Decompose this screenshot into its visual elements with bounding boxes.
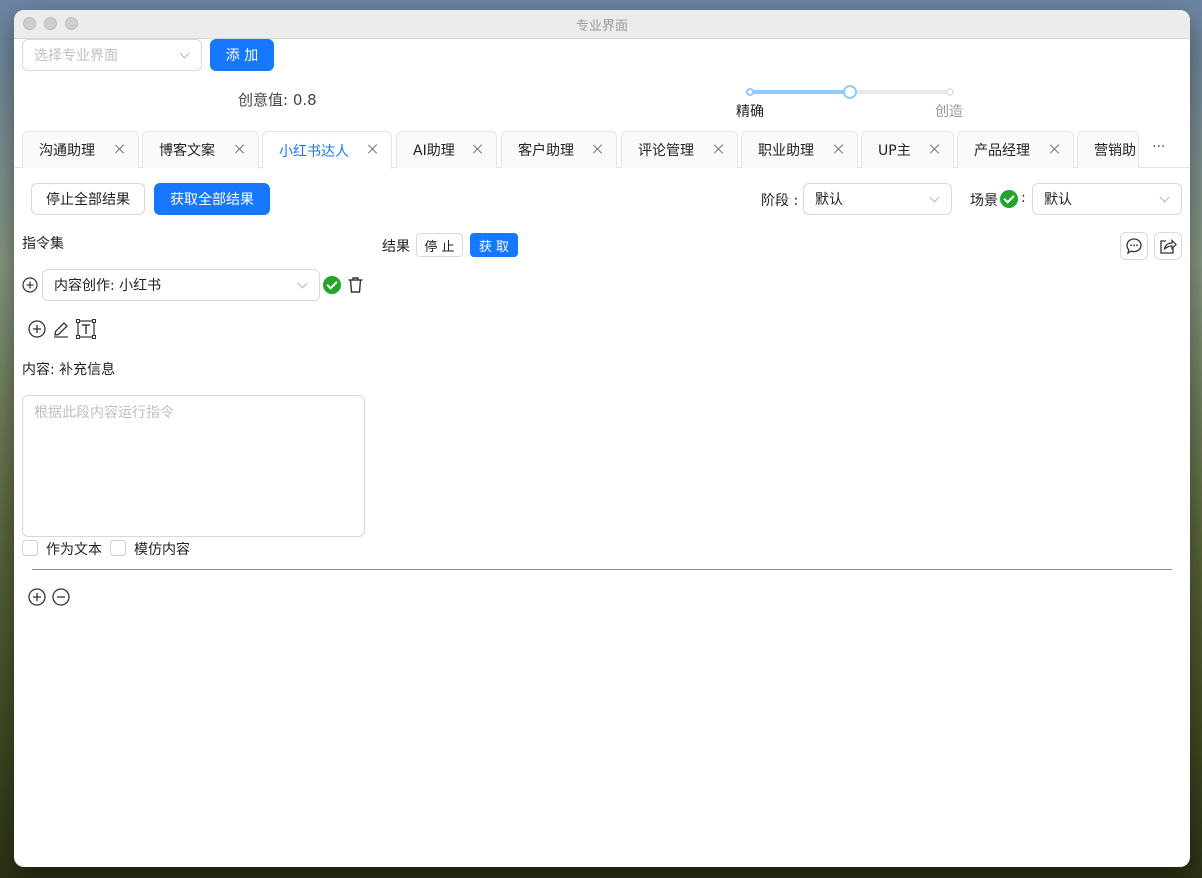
zoom-window-button[interactable] — [65, 17, 78, 30]
slider-mark-start — [746, 88, 754, 96]
share-button[interactable] — [1154, 232, 1182, 260]
content-textarea[interactable]: 根据此段内容运行指令 — [22, 395, 365, 537]
close-icon[interactable] — [1049, 143, 1061, 155]
slider-right-label: 创造 — [935, 104, 963, 120]
tab-item[interactable]: 营销助 — [1077, 131, 1139, 168]
share-icon — [1160, 239, 1177, 254]
result-label: 结果 — [382, 239, 410, 255]
chat-bubble-icon — [1126, 238, 1142, 255]
fetch-all-button[interactable]: 获取全部结果 — [154, 183, 270, 215]
interface-select-placeholder: 选择专业界面 — [34, 48, 118, 64]
instruction-select[interactable]: 内容创作: 小红书 — [42, 269, 320, 301]
scene-label: 场景 — [970, 193, 998, 209]
tab-label: 博客文案 — [159, 143, 215, 159]
slider-track — [750, 90, 850, 94]
instruction-select-value: 内容创作: 小红书 — [54, 278, 162, 294]
window-title: 专业界面 — [575, 18, 628, 34]
plus-circle-icon[interactable] — [28, 320, 46, 338]
slider-left-label: 精确 — [736, 104, 764, 120]
close-icon[interactable] — [234, 143, 246, 155]
as-text-checkbox[interactable] — [22, 540, 38, 556]
scene-select[interactable]: 默认 — [1032, 183, 1182, 215]
tab-item[interactable]: UP主 — [861, 131, 954, 168]
close-icon[interactable] — [592, 143, 604, 155]
tab-label: 客户助理 — [518, 143, 574, 159]
result-stop-button[interactable]: 停 止 — [416, 233, 463, 257]
close-icon[interactable] — [472, 143, 484, 155]
close-icon[interactable] — [929, 143, 941, 155]
tab-bar: 沟通助理 博客文案 小红书达人 AI助理 客户助理 评论管理 职业助理 UP主 … — [14, 131, 1190, 169]
check-circle-icon — [1000, 190, 1018, 208]
stop-all-button[interactable]: 停止全部结果 — [31, 183, 145, 215]
slider-handle[interactable] — [843, 85, 857, 99]
tab-item[interactable]: 职业助理 — [741, 131, 858, 168]
tab-label: 沟通助理 — [39, 143, 95, 159]
tab-label: 营销助 — [1094, 143, 1136, 159]
check-circle-icon — [323, 276, 341, 294]
stage-select-value: 默认 — [815, 192, 843, 208]
close-icon[interactable] — [367, 143, 379, 155]
scene-colon: : — [1021, 190, 1026, 206]
tab-label: UP主 — [878, 143, 911, 159]
tab-item[interactable]: 沟通助理 — [22, 131, 139, 168]
text-box-icon[interactable] — [76, 319, 96, 339]
scene-select-value: 默认 — [1044, 192, 1072, 208]
section-divider — [32, 569, 1172, 570]
plus-circle-icon[interactable] — [28, 588, 46, 606]
close-icon[interactable] — [114, 143, 126, 155]
tab-item[interactable]: 客户助理 — [501, 131, 617, 168]
tab-item[interactable]: 博客文案 — [142, 131, 259, 168]
result-fetch-button[interactable]: 获 取 — [470, 233, 518, 257]
chevron-down-icon — [298, 280, 308, 290]
tab-label: 小红书达人 — [279, 143, 349, 160]
plus-circle-icon[interactable] — [22, 277, 38, 293]
stage-select[interactable]: 默认 — [803, 183, 952, 215]
title-bar: 专业界面 — [14, 10, 1190, 39]
instructions-title: 指令集 — [22, 236, 64, 252]
as-text-label: 作为文本 — [46, 542, 102, 558]
minus-circle-icon[interactable] — [52, 588, 70, 606]
trash-icon[interactable] — [347, 276, 364, 294]
stage-label: 阶段 : — [761, 193, 799, 209]
tab-item[interactable]: AI助理 — [396, 131, 497, 168]
close-icon[interactable] — [833, 143, 845, 155]
chevron-down-icon — [930, 194, 940, 204]
minimize-window-button[interactable] — [44, 17, 57, 30]
slider-mark-end — [946, 88, 954, 96]
close-window-button[interactable] — [23, 17, 36, 30]
tab-item-active[interactable]: 小红书达人 — [262, 131, 392, 169]
tab-label: 评论管理 — [638, 143, 694, 159]
imitate-label: 模仿内容 — [134, 542, 190, 558]
tab-label: 职业助理 — [758, 143, 814, 159]
chat-button[interactable] — [1120, 232, 1148, 260]
tab-label: 产品经理 — [974, 143, 1030, 159]
window-controls — [23, 17, 78, 30]
creativity-label: 创意值: 0.8 — [238, 91, 317, 109]
tab-label: AI助理 — [413, 143, 455, 159]
chevron-down-icon — [1160, 194, 1170, 204]
edit-icon[interactable] — [52, 320, 70, 338]
interface-select[interactable]: 选择专业界面 — [22, 39, 202, 71]
app-window: 专业界面 选择专业界面 添 加 创意值: 0.8 精确 创造 沟通助理 博客文案… — [14, 10, 1190, 867]
chevron-down-icon — [180, 50, 190, 60]
add-button[interactable]: 添 加 — [210, 39, 274, 71]
tabs-more-button[interactable]: ··· — [1152, 139, 1165, 155]
tab-item[interactable]: 评论管理 — [621, 131, 738, 168]
close-icon[interactable] — [713, 143, 725, 155]
content-label: 内容: 补充信息 — [22, 362, 116, 378]
tab-item[interactable]: 产品经理 — [957, 131, 1074, 168]
imitate-checkbox[interactable] — [110, 540, 126, 556]
